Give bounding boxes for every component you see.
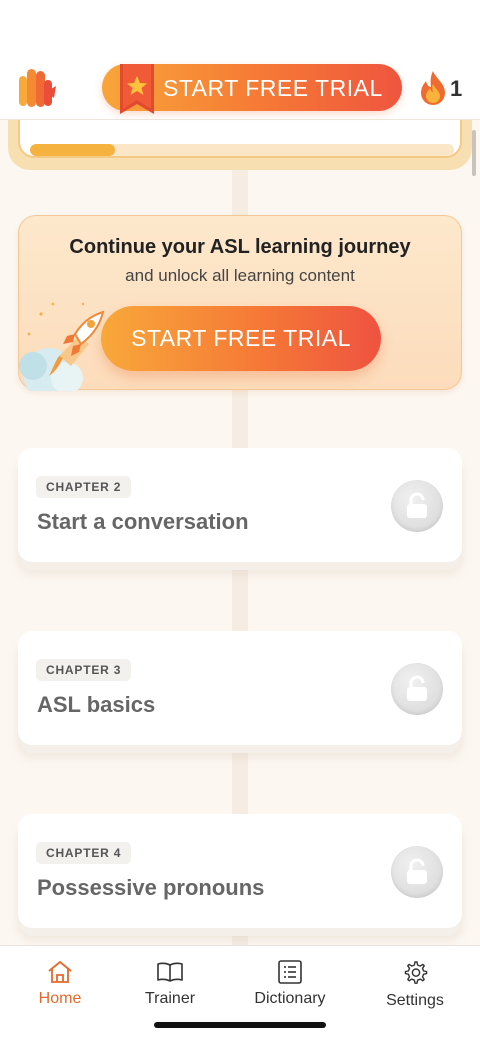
lock-icon (391, 846, 443, 898)
tab-label: Settings (386, 992, 444, 1009)
list-icon (278, 960, 302, 984)
chapter-title: ASL basics (37, 692, 156, 717)
chapter-progress-fill (30, 144, 115, 156)
chapter-title: Start a conversation (37, 509, 249, 534)
top-bar: START FREE TRIAL 1 (0, 0, 480, 120)
book-icon (157, 962, 183, 982)
tab-label: Home (38, 990, 82, 1007)
scrollbar[interactable] (472, 130, 476, 176)
promo-start-trial-button[interactable]: START FREE TRIAL (101, 306, 381, 371)
tab-label: Dictionary (254, 990, 326, 1007)
home-indicator (154, 1022, 326, 1028)
promo-subtitle: and unlock all learning content (125, 266, 355, 285)
chapter-card-4[interactable]: CHAPTER 4 Possessive pronouns (18, 814, 462, 928)
star-ribbon-icon (120, 64, 154, 116)
tab-settings[interactable]: Settings (365, 958, 465, 1009)
chapter-badge: CHAPTER 2 (36, 476, 132, 498)
tab-trainer[interactable]: Trainer (120, 958, 220, 1008)
gear-icon (404, 961, 428, 984)
chapter-badge: CHAPTER 3 (36, 659, 132, 681)
chapter-card-3[interactable]: CHAPTER 3 ASL basics (18, 631, 462, 745)
tab-label: Trainer (144, 990, 196, 1007)
flame-icon[interactable] (418, 70, 448, 106)
promo-title: Continue your ASL learning journey (69, 236, 411, 258)
chapter-card-2[interactable]: CHAPTER 2 Start a conversation (18, 448, 462, 562)
streak-count: 1 (450, 76, 463, 101)
lock-icon (391, 480, 443, 532)
app-logo-icon (16, 66, 58, 110)
tab-dictionary[interactable]: Dictionary (240, 958, 340, 1008)
header-start-trial-button[interactable]: START FREE TRIAL (102, 64, 402, 114)
trial-button-label: START FREE TRIAL (163, 75, 383, 101)
chapter-progress-bar (30, 144, 454, 156)
home-icon (48, 961, 72, 983)
chapter-badge: CHAPTER 4 (36, 842, 132, 864)
chapter-title: Possessive pronouns (37, 875, 265, 900)
lock-icon (391, 663, 443, 715)
trial-promo-card: Continue your ASL learning journey and u… (18, 215, 462, 400)
tab-home[interactable]: Home (10, 958, 110, 1008)
